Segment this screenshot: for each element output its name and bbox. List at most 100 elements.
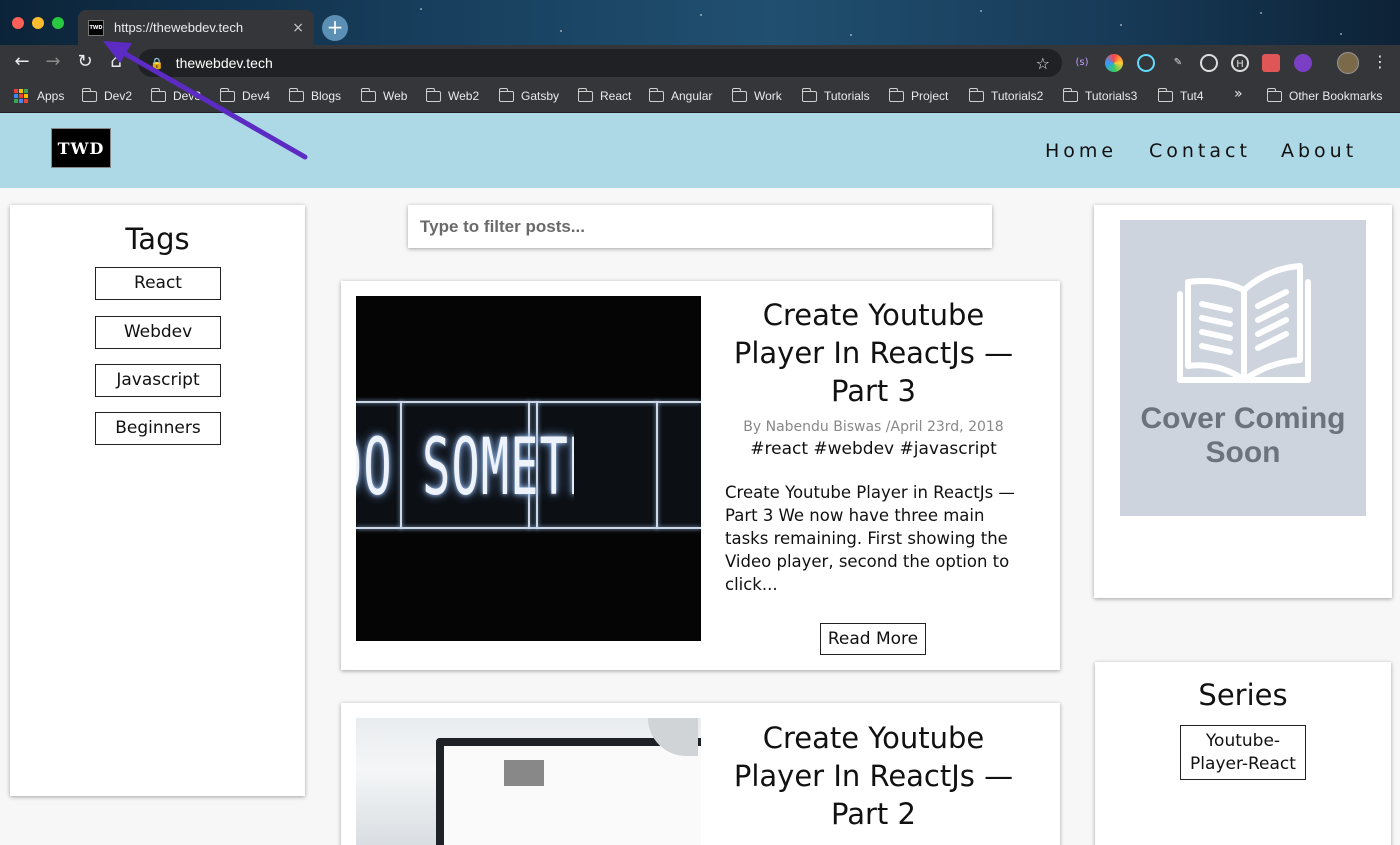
bookmark-folder[interactable]: Work [731, 86, 782, 106]
close-window-button[interactable] [12, 17, 24, 29]
folder-icon [731, 87, 747, 102]
folder-icon [81, 87, 97, 102]
post-meta: By Nabendu Biswas /April 23rd, 2018 [743, 419, 1004, 435]
bookmark-label: Gatsby [521, 89, 560, 103]
folder-icon [360, 87, 376, 102]
neon-frame-bar [656, 401, 658, 529]
cover-placeholder: Cover Coming Soon [1120, 220, 1366, 516]
bookmark-label: React [600, 89, 632, 103]
tag-javascript[interactable]: Javascript [95, 364, 221, 397]
post-image[interactable] [356, 718, 701, 845]
neon-sign-text: DO SOMETHING GREAT [356, 423, 574, 513]
post-tags: #react #webdev #javascript [750, 439, 997, 459]
bookmark-folder[interactable]: Tut4 [1157, 86, 1204, 106]
bookmark-label: Work [754, 89, 782, 103]
site-logo[interactable]: TWD [51, 128, 111, 168]
filter-posts-input[interactable] [408, 205, 992, 248]
bookmark-folder[interactable]: Tutorials [801, 86, 870, 106]
tab-close-icon[interactable]: × [292, 20, 304, 36]
post-title[interactable]: Create Youtube Player In ReactJs — Part … [726, 719, 1021, 833]
browser-tab-strip: TWD https://thewebdev.tech × + [0, 0, 1400, 45]
bookmark-label: Dev2 [104, 89, 133, 103]
folder-icon [888, 87, 904, 102]
folder-icon [219, 87, 235, 102]
bookmark-folder[interactable]: Angular [648, 86, 713, 106]
maximize-window-button[interactable] [52, 17, 64, 29]
bookmark-star-icon[interactable]: ☆ [1036, 54, 1050, 73]
back-arrow-icon[interactable]: ← [11, 51, 33, 73]
folder-icon [1062, 87, 1078, 102]
new-tab-button[interactable]: + [322, 15, 348, 41]
bookmark-folder[interactable]: React [577, 86, 632, 106]
bookmark-folder[interactable]: Gatsby [498, 86, 560, 106]
bookmark-other[interactable]: Other Bookmarks [1266, 86, 1382, 106]
folder-icon [498, 87, 514, 102]
read-more-button[interactable]: Read More [820, 623, 926, 655]
bookmark-folder[interactable]: Tutorials3 [1062, 86, 1138, 106]
bookmark-folder[interactable]: Blogs [288, 86, 341, 106]
bookmark-label: Tutorials [824, 89, 870, 103]
bookmark-folder[interactable]: Project [888, 86, 949, 106]
bookmark-folder[interactable]: Web [360, 86, 408, 106]
bookmark-label: Tutorials2 [991, 89, 1044, 103]
series-card: Series Youtube-Player-React [1095, 662, 1391, 845]
profile-avatar[interactable] [1337, 52, 1359, 74]
nav-home[interactable]: Home [1045, 140, 1117, 162]
pen-extension-icon[interactable]: ✎ [1169, 54, 1187, 72]
bookmark-folder[interactable]: Web2 [425, 86, 479, 106]
bookmark-label: Tutorials3 [1085, 89, 1138, 103]
bookmarks-bar: Apps Dev2 Dev3 Dev4 Blogs Web Web2 Gatsb… [0, 80, 1400, 113]
open-book-icon [1177, 263, 1311, 383]
menu-dots-icon[interactable]: ⋮ [1372, 51, 1388, 73]
folder-icon [1157, 87, 1173, 102]
post-card: Create Youtube Player In ReactJs — Part … [341, 703, 1060, 845]
post-excerpt: Create Youtube Player in ReactJs — Part … [725, 483, 1015, 594]
tag-react[interactable]: React [95, 267, 221, 300]
cover-card: Cover Coming Soon [1094, 205, 1392, 598]
extension-icon[interactable]: (s) [1073, 54, 1091, 72]
folder-icon [425, 87, 441, 102]
target-extension-icon[interactable] [1200, 54, 1218, 72]
favicon-icon: TWD [88, 19, 104, 36]
browser-tab[interactable]: TWD https://thewebdev.tech × [78, 10, 314, 45]
bookmark-folder[interactable]: Tutorials2 [968, 86, 1044, 106]
bookmark-folder[interactable]: Dev2 [81, 86, 133, 106]
bookmark-folder[interactable]: Dev3 [150, 86, 201, 106]
bookmark-label: Angular [671, 89, 713, 103]
series-heading: Series [1198, 678, 1288, 712]
tag-beginners[interactable]: Beginners [95, 412, 221, 445]
tag-webdev[interactable]: Webdev [95, 316, 221, 349]
bookmark-label: Project [911, 89, 949, 103]
bookmark-label: Apps [37, 89, 65, 103]
bookmarks-overflow-icon[interactable]: » [1234, 86, 1243, 102]
reload-icon[interactable]: ↻ [74, 51, 96, 73]
react-devtools-icon[interactable] [1137, 54, 1155, 72]
bookmark-folder[interactable]: Dev4 [219, 86, 271, 106]
bookmark-label: Dev4 [242, 89, 271, 103]
forward-arrow-icon[interactable]: → [42, 51, 64, 73]
lock-icon: 🔒 [150, 56, 164, 70]
tab-title: https://thewebdev.tech [114, 20, 244, 35]
tags-heading: Tags [125, 222, 190, 256]
h-extension-icon[interactable]: H [1231, 54, 1249, 72]
nav-contact[interactable]: Contact [1149, 140, 1251, 162]
post-title[interactable]: Create Youtube Player In ReactJs — Part … [726, 296, 1021, 410]
bookmark-apps[interactable]: Apps [14, 86, 64, 106]
site-header: TWD Home Contact About [0, 113, 1400, 188]
screen-thumbnail [504, 760, 544, 786]
video-extension-icon[interactable] [1262, 54, 1280, 72]
post-image[interactable]: DO SOMETHING GREAT [356, 296, 701, 641]
monitor-photo [436, 738, 701, 845]
folder-icon [288, 87, 304, 102]
color-extension-icon[interactable] [1105, 54, 1123, 72]
home-icon[interactable]: ⌂ [105, 51, 127, 73]
address-bar[interactable]: 🔒 thewebdev.tech ☆ [138, 49, 1062, 77]
bookmark-label: Web [383, 89, 408, 103]
purple-extension-icon[interactable] [1294, 54, 1312, 72]
minimize-window-button[interactable] [32, 17, 44, 29]
folder-icon [150, 87, 166, 102]
series-youtube-player-react[interactable]: Youtube-Player-React [1180, 725, 1306, 780]
folder-icon [577, 87, 593, 102]
nav-about[interactable]: About [1281, 140, 1357, 162]
folder-icon [968, 87, 984, 102]
